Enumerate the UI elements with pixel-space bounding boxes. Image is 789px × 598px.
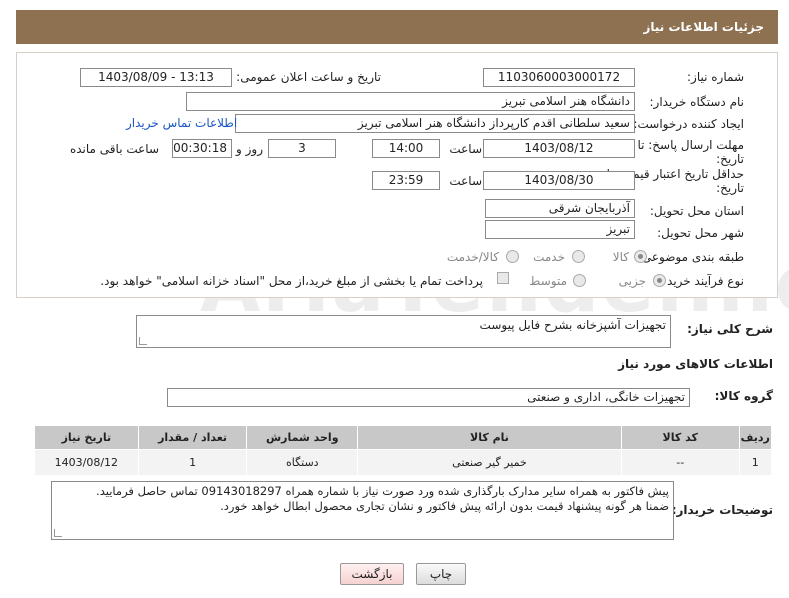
cell-name: خمیر گیر صنعتی — [357, 449, 622, 476]
deadline-label: مهلت ارسال پاسخ: تا — [637, 138, 744, 152]
province-field[interactable]: آذربایجان شرقی — [485, 199, 635, 218]
treasury-payment-checkbox[interactable] — [497, 272, 509, 284]
category-goods-radio[interactable] — [634, 250, 647, 263]
category-label: طبقه بندی موضوعی: — [637, 250, 744, 264]
process-minor-radio[interactable] — [653, 274, 666, 287]
description-label: شرح کلی نیاز: — [687, 322, 773, 336]
buyer-notes-label: توضیحات خریدار: — [671, 503, 773, 517]
remaining-label: ساعت باقی مانده — [69, 142, 159, 156]
cell-date: 1403/08/12 — [34, 449, 139, 476]
goods-table: ردیف کد کالا نام کالا واحد شمارش تعداد /… — [34, 425, 773, 476]
back-button[interactable]: بازگشت — [340, 563, 404, 585]
price-valid-time-label: ساعت — [449, 174, 482, 188]
price-valid-date-field[interactable]: 1403/08/30 — [483, 171, 635, 190]
buyer-contact-link[interactable]: اطلاعات تماس خریدار — [126, 116, 237, 130]
process-medium-radio[interactable] — [573, 274, 586, 287]
deadline-date-field[interactable]: 1403/08/12 — [483, 139, 635, 158]
need-number-field[interactable]: 1103060003000172 — [483, 68, 635, 87]
deadline-time-label: ساعت — [449, 142, 482, 156]
description-field[interactable]: تجهیزات آشپزخانه بشرح فایل پیوست — [136, 315, 671, 348]
treasury-payment-note: پرداخت تمام یا بخشی از مبلغ خرید،از محل … — [100, 274, 483, 288]
city-label: شهر محل تحویل: — [657, 226, 744, 240]
col-name: نام کالا — [357, 425, 622, 450]
table-header-row: ردیف کد کالا نام کالا واحد شمارش تعداد /… — [34, 425, 773, 450]
page-title: جزئیات اطلاعات نیاز — [643, 20, 764, 34]
price-valid-label-date: تاریخ: — [716, 181, 744, 195]
announce-label: تاریخ و ساعت اعلان عمومی: — [236, 70, 381, 84]
buyer-label: نام دستگاه خریدار: — [649, 95, 745, 109]
goods-section-title: اطلاعات کالاهای مورد نیاز — [618, 357, 773, 371]
city-field[interactable]: تبریز — [485, 220, 635, 239]
description-text: تجهیزات آشپزخانه بشرح فایل پیوست — [479, 318, 666, 332]
print-button[interactable]: چاپ — [416, 563, 466, 585]
deadline-label-date: تاریخ: — [716, 152, 744, 166]
category-both-radio[interactable] — [506, 250, 519, 263]
category-service-radio[interactable] — [572, 250, 585, 263]
need-number-label: شماره نیاز: — [687, 70, 744, 84]
cell-code: -- — [620, 449, 740, 476]
remaining-field[interactable]: 00:30:18 — [172, 139, 232, 158]
deadline-time-field[interactable]: 14:00 — [372, 139, 440, 158]
category-both-label: کالا/خدمت — [446, 250, 499, 264]
buyer-notes-line-1: پیش فاکتور به همراه سایر مدارک بارگذاری … — [96, 484, 669, 498]
cell-qty: 1 — [137, 449, 248, 476]
process-medium-label: متوسط — [529, 274, 567, 288]
col-date: تاریخ نیاز — [34, 425, 139, 450]
category-goods-label: کالا — [612, 250, 629, 264]
resize-grip-icon[interactable] — [54, 529, 62, 537]
buyer-field[interactable]: دانشگاه هنر اسلامی تبریز — [186, 92, 635, 111]
goods-group-field[interactable]: تجهیزات خانگی، اداری و صنعتی — [167, 388, 690, 407]
page-header: جزئیات اطلاعات نیاز — [16, 10, 778, 44]
process-label: نوع فرآیند خرید : — [659, 274, 744, 288]
days-label: روز و — [236, 142, 263, 156]
table-row: 1 -- خمیر گیر صنعتی دستگاه 1 1403/08/12 — [34, 449, 773, 476]
col-unit: واحد شمارش — [246, 425, 359, 450]
goods-group-label: گروه کالا: — [714, 389, 773, 403]
col-qty: تعداد / مقدار — [137, 425, 248, 450]
creator-field[interactable]: سعید سلطانی اقدم کارپرداز دانشگاه هنر اس… — [235, 114, 635, 133]
category-service-label: خدمت — [533, 250, 565, 264]
col-row: ردیف — [738, 425, 773, 450]
col-code: کد کالا — [620, 425, 740, 450]
days-field[interactable]: 3 — [268, 139, 336, 158]
price-valid-time-field[interactable]: 23:59 — [372, 171, 440, 190]
resize-grip-icon[interactable] — [139, 337, 147, 345]
buyer-notes-field[interactable]: پیش فاکتور به همراه سایر مدارک بارگذاری … — [51, 481, 674, 540]
cell-row: 1 — [738, 449, 773, 476]
creator-label: ایجاد کننده درخواست: — [633, 117, 744, 131]
announce-field[interactable]: 1403/08/09 - 13:13 — [80, 68, 232, 87]
cell-unit: دستگاه — [246, 449, 359, 476]
buyer-notes-line-2: ضمنا هر گونه پیشنهاد قیمت بدون ارائه پیش… — [220, 499, 669, 513]
province-label: استان محل تحویل: — [649, 204, 744, 218]
process-minor-label: جزیی — [618, 274, 646, 288]
